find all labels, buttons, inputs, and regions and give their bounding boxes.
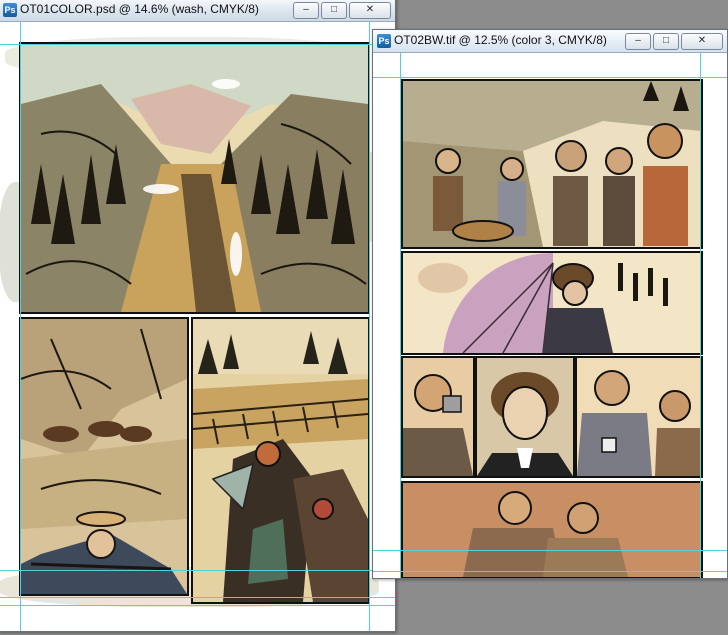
document-window-ot01color[interactable]: Ps OT01COLOR.psd @ 14.6% (wash, CMYK/8) … <box>0 0 396 632</box>
window-title: OT02BW.tif @ 12.5% (color 3, CMYK/8) <box>394 33 607 47</box>
comic-panel-two-men-vests <box>401 481 703 578</box>
document-window-ot02bw[interactable]: Ps OT02BW.tif @ 12.5% (color 3, CMYK/8) … <box>372 29 728 579</box>
guide-line[interactable] <box>373 77 727 78</box>
maximize-button[interactable]: □ <box>653 33 679 50</box>
close-button[interactable]: ✕ <box>349 2 391 19</box>
guide-line[interactable] <box>369 22 370 631</box>
guide-line[interactable] <box>373 571 727 572</box>
minimize-button[interactable]: – <box>625 33 651 50</box>
document-canvas[interactable] <box>373 53 727 578</box>
comic-panel-parasol <box>401 251 703 355</box>
photoshop-icon: Ps <box>3 3 17 17</box>
guide-line[interactable] <box>400 53 401 578</box>
comic-panel-portrait <box>475 356 575 478</box>
guide-line[interactable] <box>0 605 395 606</box>
comic-panel-valley <box>19 42 370 314</box>
comic-panel-two-men <box>575 356 703 478</box>
guide-line[interactable] <box>0 570 395 571</box>
maximize-button[interactable]: □ <box>321 2 347 19</box>
comic-panel-workers <box>401 79 703 249</box>
window-title: OT01COLOR.psd @ 14.6% (wash, CMYK/8) <box>20 2 259 16</box>
minimize-button[interactable]: – <box>293 2 319 19</box>
guide-line[interactable] <box>0 597 395 598</box>
guide-line[interactable] <box>20 22 21 631</box>
close-button[interactable]: ✕ <box>681 33 723 50</box>
comic-panel-trestle <box>191 317 370 604</box>
guide-line[interactable] <box>0 44 395 45</box>
comic-panel-man-drinking <box>401 356 475 478</box>
window-titlebar[interactable]: Ps OT02BW.tif @ 12.5% (color 3, CMYK/8) … <box>373 30 727 53</box>
guide-line[interactable] <box>700 53 701 578</box>
document-canvas[interactable] <box>0 22 395 631</box>
photoshop-icon: Ps <box>377 34 391 48</box>
comic-panel-cliff-trail <box>19 317 189 596</box>
window-titlebar[interactable]: Ps OT01COLOR.psd @ 14.6% (wash, CMYK/8) … <box>0 0 395 22</box>
guide-line[interactable] <box>373 550 727 551</box>
